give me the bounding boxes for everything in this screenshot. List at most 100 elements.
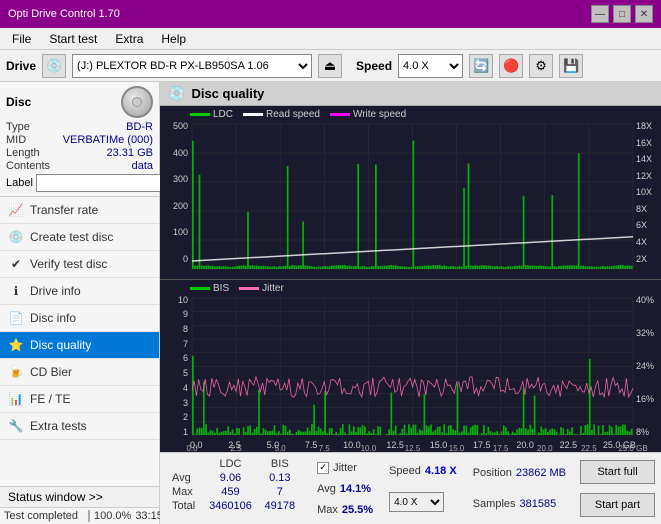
- start-part-button[interactable]: Start part: [580, 493, 655, 517]
- jitter-avg-val: 14.1%: [340, 483, 371, 495]
- length-val: 23.31 GB: [107, 147, 153, 159]
- mid-val: VERBATIMe (000): [63, 134, 153, 146]
- speed-select[interactable]: 4.0 X 1.0 X 2.0 X 6.0 X 8.0 X: [398, 54, 463, 78]
- length-key: Length: [6, 147, 40, 159]
- nav-extra-tests[interactable]: 🔧 Extra tests: [0, 413, 159, 440]
- label-input[interactable]: [36, 174, 174, 192]
- status-progress-row: Test completed 100.0% 33:15: [0, 508, 159, 524]
- mid-key: MID: [6, 134, 26, 146]
- jitter-checkbox[interactable]: ✓: [317, 462, 329, 474]
- buttons-section: Start full Start part: [574, 453, 661, 524]
- content-area: 💿 Disc quality LDC Read speed: [160, 82, 661, 524]
- type-val: BD-R: [126, 121, 153, 133]
- nav-extra-tests-label: Extra tests: [30, 419, 87, 433]
- label-key: Label: [6, 177, 33, 189]
- read-speed-legend-item: Read speed: [243, 109, 320, 120]
- disc-info-icon: 📄: [8, 310, 24, 326]
- jitter-max-val: 25.5%: [342, 504, 373, 516]
- minimize-button[interactable]: —: [591, 5, 609, 23]
- speed-val: 4.18 X: [425, 465, 457, 477]
- verify-test-disc-icon: ✔: [8, 256, 24, 272]
- jitter-avg-label: Avg: [317, 483, 336, 495]
- status-window-label: Status window >>: [8, 490, 103, 504]
- window-controls: — □ ✕: [591, 5, 653, 23]
- close-button[interactable]: ✕: [635, 5, 653, 23]
- chart2-y-left: 10 9 8 7 6 5 4 3 2 1: [160, 280, 190, 453]
- bis-avg: 0.13: [259, 471, 302, 485]
- nav-fe-te-label: FE / TE: [30, 392, 70, 406]
- nav-transfer-rate[interactable]: 📈 Transfer rate: [0, 197, 159, 224]
- maximize-button[interactable]: □: [613, 5, 631, 23]
- bis-col-header: BIS: [259, 457, 302, 471]
- chart1-y-right: 18X 16X 14X 12X 10X 8X 6X 4X 2X: [636, 106, 661, 279]
- nav-fe-te[interactable]: 📊 FE / TE: [0, 386, 159, 413]
- nav-cd-bier[interactable]: 🍺 CD Bier: [0, 359, 159, 386]
- jitter-color: [239, 287, 259, 290]
- ldc-avg: 9.06: [202, 471, 258, 485]
- bis-total: 49178: [259, 499, 302, 513]
- nav-disc-info-label: Disc info: [30, 311, 76, 325]
- extra-tests-icon: 🔧: [8, 418, 24, 434]
- samples-val: 381585: [520, 498, 557, 510]
- nav-cd-bier-label: CD Bier: [30, 365, 72, 379]
- title-bar: Opti Drive Control 1.70 — □ ✕: [0, 0, 661, 28]
- disc-section-label: Disc: [6, 95, 31, 109]
- menu-extra[interactable]: Extra: [107, 30, 151, 48]
- nav-disc-quality[interactable]: ⭐ Disc quality: [0, 332, 159, 359]
- status-text: Test completed: [4, 510, 84, 522]
- settings-button[interactable]: ⚙: [529, 54, 553, 78]
- disc-quality-header: 💿 Disc quality: [160, 82, 661, 106]
- fe-te-icon: 📊: [8, 391, 24, 407]
- menu-start-test[interactable]: Start test: [41, 30, 105, 48]
- nav-drive-info[interactable]: ℹ Drive info: [0, 278, 159, 305]
- write-speed-label: Write speed: [353, 109, 406, 120]
- speed-key: Speed: [389, 465, 421, 477]
- status-window-button[interactable]: Status window >>: [0, 487, 159, 508]
- ldc-legend: LDC Read speed Write speed: [190, 109, 406, 120]
- write-speed-legend-item: Write speed: [330, 109, 406, 120]
- bis-chart-svg: 0.02.55.07.510.012.515.017.520.022.525.0…: [160, 280, 661, 453]
- cd-bier-icon: 🍺: [8, 364, 24, 380]
- stats-bar: LDC BIS Avg 9.06 0.13 Max 459 7 Total: [160, 452, 661, 524]
- app-title: Opti Drive Control 1.70: [8, 8, 120, 20]
- nav-create-test-disc-label: Create test disc: [30, 230, 113, 244]
- bis-legend: BIS Jitter: [190, 283, 284, 294]
- bis-legend-item: BIS: [190, 283, 229, 294]
- nav-verify-test-disc-label: Verify test disc: [30, 257, 107, 271]
- read-speed-label: Read speed: [266, 109, 320, 120]
- drive-select[interactable]: (J:) PLEXTOR BD-R PX-LB950SA 1.06: [72, 54, 312, 78]
- main-layout: Disc Type BD-R MID VERBATIMe (000) Lengt…: [0, 82, 661, 524]
- nav-disc-info[interactable]: 📄 Disc info: [0, 305, 159, 332]
- menu-bar: File Start test Extra Help: [0, 28, 661, 50]
- menu-file[interactable]: File: [4, 30, 39, 48]
- disc-info-section: Disc Type BD-R MID VERBATIMe (000) Lengt…: [0, 82, 159, 197]
- speed-select-stats[interactable]: 4.0 X 1.0 X 2.0 X: [389, 492, 444, 512]
- start-full-button[interactable]: Start full: [580, 460, 655, 484]
- save-button[interactable]: 💾: [559, 54, 583, 78]
- drive-toolbar: Drive 💿 (J:) PLEXTOR BD-R PX-LB950SA 1.0…: [0, 50, 661, 82]
- drive-icon: 💿: [42, 54, 66, 78]
- jitter-legend-item: Jitter: [239, 283, 284, 294]
- disc-icon: [121, 86, 153, 118]
- ldc-chart-svg: [160, 106, 661, 279]
- menu-help[interactable]: Help: [153, 30, 194, 48]
- jitter-max-label: Max: [317, 504, 338, 516]
- create-test-disc-icon: 💿: [8, 229, 24, 245]
- chart2-y-right: 40% 32% 24% 16% 8%: [636, 280, 661, 453]
- position-key: Position: [473, 467, 512, 479]
- jitter-section: ✓ Jitter Avg 14.1% Max 25.5%: [309, 453, 381, 524]
- ldc-bis-stats: LDC BIS Avg 9.06 0.13 Max 459 7 Total: [160, 453, 309, 524]
- nav-disc-quality-label: Disc quality: [30, 338, 91, 352]
- progress-bar: [88, 510, 90, 522]
- chart2-x-labels: 0.0 2.5 5.0 7.5 10.0 12.5 15.0 17.5 20.0…: [190, 440, 636, 450]
- elapsed-time: 33:15: [135, 510, 163, 522]
- ldc-total: 3460106: [202, 499, 258, 513]
- eject-button[interactable]: ⏏: [318, 54, 342, 78]
- nav-create-test-disc[interactable]: 💿 Create test disc: [0, 224, 159, 251]
- nav-verify-test-disc[interactable]: ✔ Verify test disc: [0, 251, 159, 278]
- refresh-button[interactable]: 🔄: [469, 54, 493, 78]
- contents-key: Contents: [6, 160, 50, 172]
- position-section: Position 23862 MB Samples 381585: [465, 453, 574, 524]
- type-key: Type: [6, 121, 30, 133]
- burn-button[interactable]: 🔴: [499, 54, 523, 78]
